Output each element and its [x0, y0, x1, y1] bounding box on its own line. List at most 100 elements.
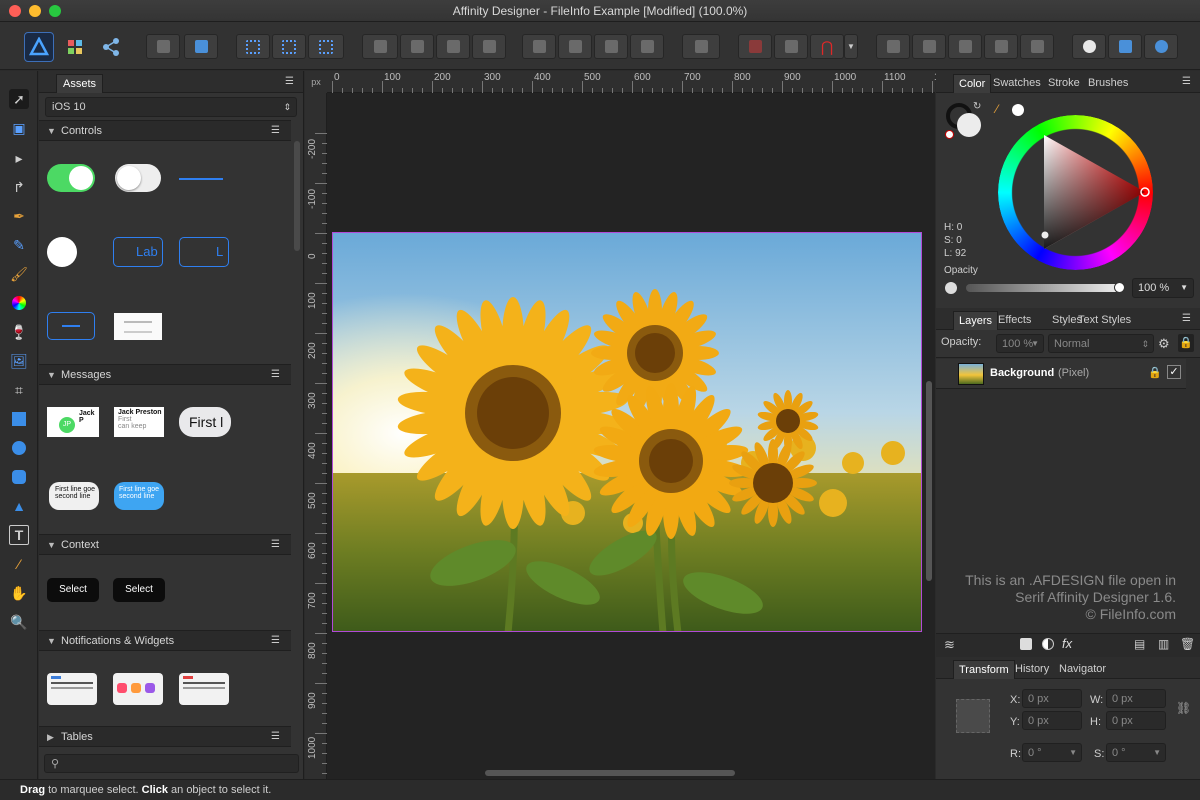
designer-persona-button[interactable] — [24, 32, 54, 62]
assets-scrollbar[interactable] — [294, 141, 300, 251]
snapping-off-button[interactable] — [184, 34, 218, 59]
asset-select-menu[interactable]: Select — [113, 578, 165, 602]
crop-tool[interactable]: ⌗ — [9, 380, 29, 400]
swap-colors-icon[interactable]: ↻ — [973, 101, 981, 112]
lock-icon[interactable]: 🔒 — [1178, 334, 1194, 352]
arrange-backward-button[interactable] — [400, 34, 434, 59]
tab-navigator[interactable]: Navigator — [1054, 660, 1111, 679]
tab-effects[interactable]: Effects — [993, 311, 1036, 330]
blend-mode-select[interactable]: Normal ⇕ — [1048, 334, 1154, 353]
node-tool[interactable]: ▸ — [9, 148, 29, 168]
asset-blue-bubble[interactable]: First line goe second line — [114, 482, 164, 510]
mask-layer-icon[interactable] — [1020, 638, 1032, 650]
insert-behind-button[interactable] — [1108, 34, 1142, 59]
add-layer-icon[interactable]: ▤ — [1134, 637, 1145, 651]
asset-category-select[interactable]: iOS 10 ⇕ — [45, 97, 297, 117]
panel-menu-icon[interactable]: ☰ — [1182, 77, 1194, 87]
boolean-add-button[interactable] — [876, 34, 910, 59]
tab-assets[interactable]: Assets — [56, 74, 104, 93]
canvas-horizontal-scrollbar[interactable] — [485, 770, 735, 776]
section-tables[interactable]: ▶ Tables ☰ — [39, 726, 291, 747]
asset-gray-bubble[interactable]: First line goe second line — [49, 482, 99, 510]
asset-notification-card[interactable] — [179, 673, 229, 705]
gear-icon[interactable]: ⚙ — [1158, 336, 1170, 352]
layers-stack-icon[interactable]: ≋ — [944, 637, 955, 653]
section-context[interactable]: ▼ Context ☰ — [39, 534, 291, 555]
arrange-back-button[interactable] — [362, 34, 398, 59]
insert-inside-button[interactable] — [1072, 34, 1106, 59]
asset-slider-line[interactable] — [179, 178, 223, 180]
transform-mode-button[interactable] — [272, 34, 306, 59]
arrange-forward-button[interactable] — [436, 34, 470, 59]
asset-circle-button[interactable] — [47, 237, 77, 267]
tab-text-styles[interactable]: Text Styles — [1073, 311, 1136, 330]
layer-opacity-field[interactable]: 100 % ▼ — [996, 334, 1044, 353]
layer-visibility-checkbox[interactable]: ✓ — [1167, 365, 1181, 379]
color-handle[interactable] — [1040, 230, 1050, 240]
asset-chat-bubble[interactable]: First l — [179, 407, 231, 437]
opacity-slider-knob[interactable] — [1114, 282, 1125, 293]
pen-tool[interactable]: ✒ — [9, 206, 29, 226]
fill-color-well[interactable] — [957, 113, 981, 137]
add-pixel-layer-icon[interactable]: ▥ — [1158, 637, 1169, 651]
view-mode-button[interactable] — [236, 34, 270, 59]
arrange-front-button[interactable] — [472, 34, 506, 59]
panel-menu-icon[interactable]: ☰ — [1182, 314, 1194, 324]
pixel-persona-button[interactable] — [60, 32, 90, 62]
layer-row-background[interactable]: Background (Pixel) 🔒 ✓ — [936, 359, 1186, 389]
flip-horizontal-button[interactable] — [522, 34, 556, 59]
asset-toggle-on[interactable] — [47, 164, 95, 192]
boolean-subtract-button[interactable] — [912, 34, 946, 59]
anchor-point-selector[interactable] — [956, 699, 990, 733]
boolean-divide-button[interactable] — [1020, 34, 1054, 59]
layer-lock-icon[interactable]: 🔒 — [1148, 366, 1162, 379]
opacity-slider[interactable] — [966, 282, 1125, 293]
rounded-rectangle-tool[interactable] — [9, 467, 29, 487]
asset-picker-card[interactable] — [114, 313, 162, 340]
tab-history[interactable]: History — [1010, 660, 1054, 679]
eyedropper-icon[interactable]: ⁄ — [996, 102, 998, 116]
asset-label-field[interactable]: Lab — [113, 237, 163, 267]
rotate-mode-button[interactable] — [308, 34, 344, 59]
insert-top-button[interactable] — [1144, 34, 1178, 59]
shear-field[interactable]: 0 ° ▼ — [1106, 743, 1166, 762]
rectangle-tool[interactable] — [9, 409, 29, 429]
color-picker-tool[interactable]: ⁄ — [9, 554, 29, 574]
x-field[interactable]: 0 px — [1022, 689, 1082, 708]
assets-search-input[interactable]: ⚲ — [44, 754, 299, 773]
artboard-tool[interactable]: ▣ — [9, 118, 29, 138]
asset-select-menu[interactable]: Select — [47, 578, 99, 602]
flip-vertical-button[interactable] — [558, 34, 592, 59]
adjustment-icon[interactable] — [1042, 638, 1054, 650]
export-persona-button[interactable] — [96, 32, 126, 62]
snapping-options-dropdown[interactable]: ▼ — [844, 34, 858, 59]
asset-message-cell[interactable]: Jack Preston First can keep — [114, 407, 164, 437]
place-image-tool[interactable]: 🖼 — [9, 351, 29, 371]
color-wheel[interactable] — [998, 115, 1153, 270]
asset-widget-card[interactable] — [113, 673, 163, 705]
tab-layers[interactable]: Layers — [953, 311, 999, 330]
view-tool[interactable]: ✋ — [9, 583, 29, 603]
section-menu-icon[interactable]: ☰ — [271, 636, 283, 646]
rotate-right-button[interactable] — [630, 34, 664, 59]
section-menu-icon[interactable]: ☰ — [271, 540, 283, 550]
triangle-tool[interactable]: ▲ — [9, 496, 29, 516]
move-tool[interactable]: ➚ — [9, 89, 29, 109]
section-menu-icon[interactable]: ☰ — [271, 732, 283, 742]
asset-message-cell[interactable]: JP Jack P — [47, 407, 99, 437]
section-menu-icon[interactable]: ☰ — [271, 370, 283, 380]
panel-menu-icon[interactable]: ☰ — [285, 77, 297, 87]
artboard-sunflower-image[interactable] — [332, 232, 922, 632]
section-menu-icon[interactable]: ☰ — [271, 126, 283, 136]
align-button[interactable] — [682, 34, 720, 59]
opacity-value-field[interactable]: 100 % ▼ — [1132, 278, 1194, 298]
h-field[interactable]: 0 px — [1106, 711, 1166, 730]
snap-to-grid-button[interactable] — [738, 34, 772, 59]
pencil-tool[interactable]: ✎ — [9, 235, 29, 255]
text-tool[interactable]: T — [9, 525, 29, 545]
fx-icon[interactable]: fx — [1062, 636, 1072, 651]
w-field[interactable]: 0 px — [1106, 689, 1166, 708]
fill-tool[interactable] — [9, 293, 29, 313]
y-field[interactable]: 0 px — [1022, 711, 1082, 730]
tab-color[interactable]: Color — [953, 74, 992, 93]
